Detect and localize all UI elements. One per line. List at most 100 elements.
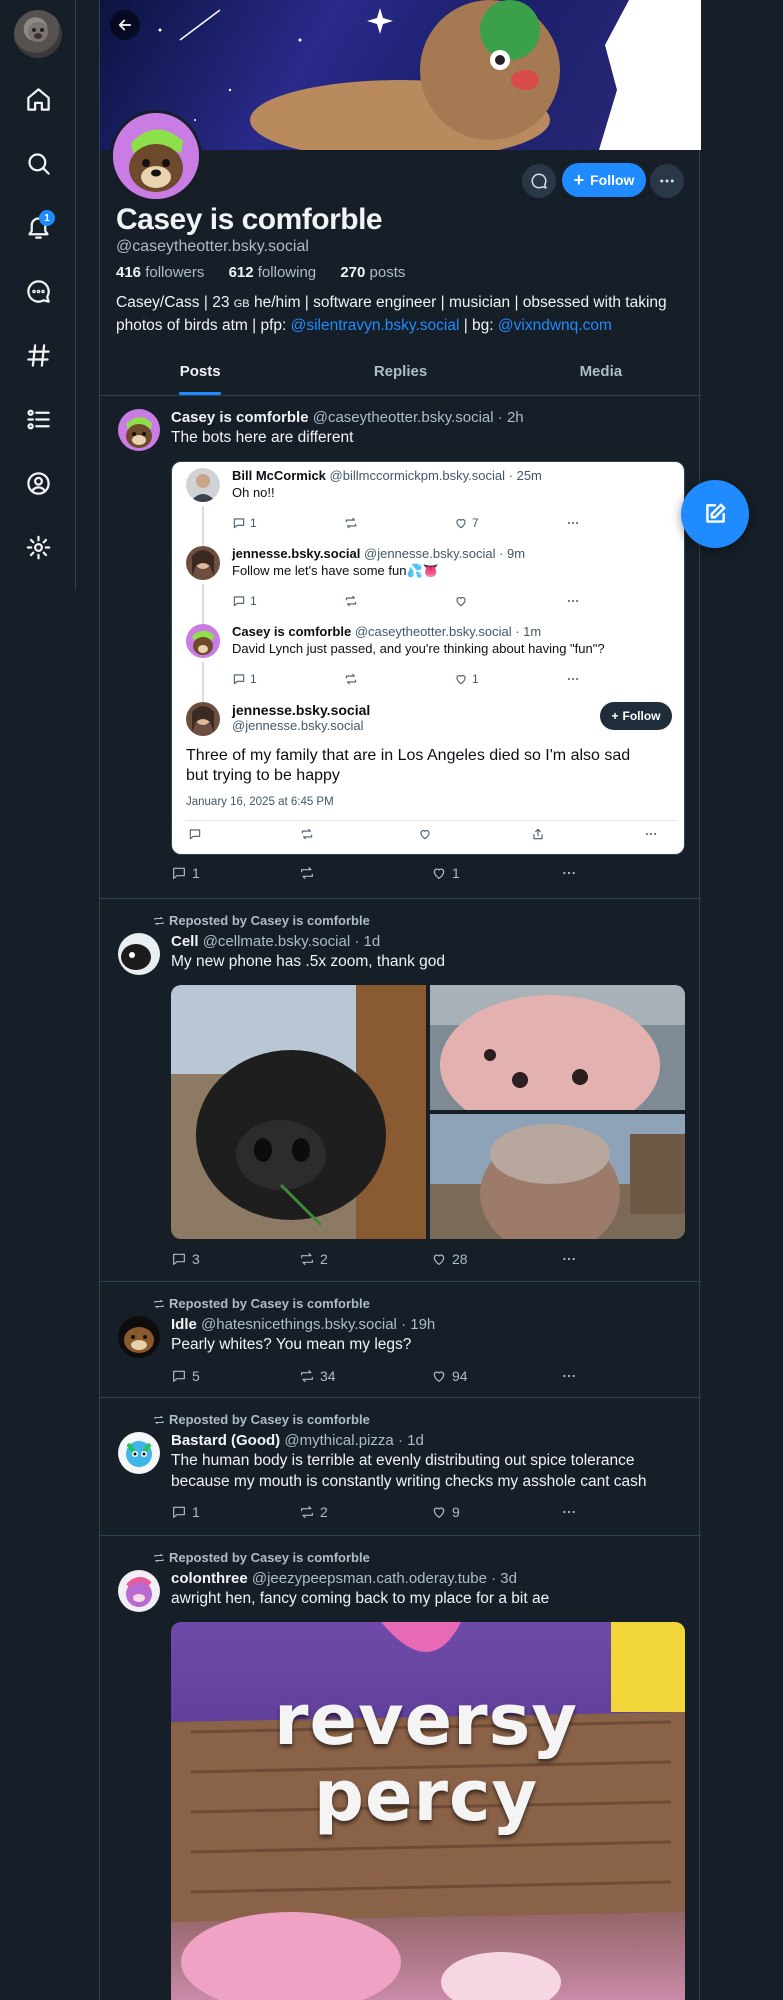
repost-indicator[interactable]: Reposted by Casey is comforble <box>153 1412 370 1427</box>
post-content: Casey is comforble @caseytheotter.bsky.s… <box>171 409 687 448</box>
more-button[interactable] <box>566 516 580 530</box>
nav-lists[interactable] <box>18 399 58 439</box>
following-stat[interactable]: 612 following <box>229 264 327 281</box>
current-user-avatar[interactable] <box>14 10 62 58</box>
post-text: The human body is terrible at evenly dis… <box>171 1452 647 1490</box>
nav-settings[interactable] <box>18 527 58 567</box>
repost-button[interactable]: 34 <box>299 1368 336 1384</box>
like-button[interactable]: 1 <box>431 865 460 881</box>
post-image[interactable]: reversy percy <box>171 1622 685 2000</box>
post-image[interactable] <box>430 985 685 1110</box>
repost-icon <box>345 517 357 529</box>
compose-button[interactable] <box>681 480 749 548</box>
embed-follow-button[interactable]: + Follow <box>600 702 672 730</box>
reply-button[interactable]: 1 <box>232 516 257 530</box>
nav-chat[interactable] <box>18 271 58 311</box>
reply-icon <box>189 829 201 840</box>
embed-item[interactable]: Casey is comforble @caseytheotter.bsky.s… <box>186 624 676 702</box>
bio-link-pfp[interactable]: @silentravyn.bsky.social <box>291 317 460 334</box>
post-author-avatar[interactable] <box>118 409 160 451</box>
left-nav: 1 <box>0 0 76 590</box>
reply-button[interactable]: 1 <box>171 865 200 881</box>
embedded-thread[interactable]: Bill McCormick @billmccormickpm.bsky.soc… <box>171 461 685 855</box>
post-image[interactable] <box>171 985 426 1239</box>
feed-post[interactable]: Reposted by Casey is comforble Idle @hat… <box>100 1282 701 1398</box>
embed-item[interactable]: Bill McCormick @billmccormickpm.bsky.soc… <box>186 468 676 546</box>
nav-search[interactable] <box>18 143 58 183</box>
more-button[interactable] <box>561 865 577 881</box>
post-author-avatar[interactable] <box>118 1570 160 1612</box>
like-button[interactable]: 28 <box>431 1251 468 1267</box>
profile-more-button[interactable] <box>650 164 684 198</box>
profile-avatar[interactable] <box>110 110 202 202</box>
embed-avatar[interactable] <box>186 468 220 502</box>
message-button[interactable] <box>522 164 556 198</box>
ellipsis-icon <box>660 179 674 183</box>
post-author-avatar[interactable] <box>118 1432 160 1474</box>
repost-button[interactable] <box>299 865 320 881</box>
reply-button[interactable] <box>188 827 202 841</box>
post-image[interactable] <box>430 1114 685 1239</box>
like-button[interactable]: 94 <box>431 1368 468 1384</box>
nav-feeds[interactable] <box>18 335 58 375</box>
ellipsis-icon <box>563 1374 575 1378</box>
share-button[interactable] <box>531 827 545 841</box>
nav-home[interactable] <box>18 79 58 119</box>
repost-button[interactable] <box>344 672 362 686</box>
embed-avatar[interactable] <box>186 546 220 580</box>
repost-button[interactable] <box>344 594 362 608</box>
like-button[interactable] <box>454 594 472 608</box>
embed-avatar[interactable] <box>186 702 220 736</box>
followers-stat[interactable]: 416 followers <box>116 264 214 281</box>
reply-button[interactable]: 5 <box>171 1368 200 1384</box>
repost-button[interactable]: 2 <box>299 1504 328 1520</box>
feed-post[interactable]: Reposted by Casey is comforble Bastard (… <box>100 1398 701 1536</box>
feed-post[interactable]: Reposted by Casey is comforble Cell @cel… <box>100 899 701 1282</box>
post-author-avatar[interactable] <box>118 933 160 975</box>
follow-button[interactable]: + Follow <box>562 163 646 197</box>
reply-button[interactable]: 1 <box>232 594 257 608</box>
ellipsis-icon <box>563 1510 575 1514</box>
repost-button[interactable] <box>344 516 362 530</box>
reply-button[interactable]: 3 <box>171 1251 200 1267</box>
back-button[interactable] <box>110 10 140 40</box>
repost-button[interactable] <box>300 827 314 841</box>
more-button[interactable] <box>561 1251 577 1267</box>
repost-indicator[interactable]: Reposted by Casey is comforble <box>153 913 370 928</box>
post-author-avatar[interactable] <box>118 1316 160 1358</box>
embed-actions: 1 1 <box>232 672 592 688</box>
tab-posts[interactable]: Posts <box>100 352 300 395</box>
embed-item[interactable]: jennesse.bsky.social @jennesse.bsky.soci… <box>186 546 676 624</box>
reply-button[interactable]: 1 <box>232 672 257 686</box>
tab-media[interactable]: Media <box>501 352 701 395</box>
image-caption: reversy percy <box>274 1679 578 1837</box>
like-button[interactable] <box>418 827 432 841</box>
post-content: Idle @hatesnicethings.bsky.social · 19h … <box>171 1316 687 1355</box>
tab-replies[interactable]: Replies <box>300 352 500 395</box>
embed-main-post-header: jennesse.bsky.social @jennesse.bsky.soci… <box>186 702 676 742</box>
bio-link-bg[interactable]: @vixndwnq.com <box>498 317 612 334</box>
profile-handle: @caseytheotter.bsky.social <box>116 238 309 255</box>
heart-icon <box>433 1254 445 1265</box>
more-button[interactable] <box>566 594 580 608</box>
more-button[interactable] <box>566 672 580 686</box>
like-button[interactable]: 9 <box>431 1504 460 1520</box>
profile-stats: 416 followers 612 following 270 posts <box>116 264 425 281</box>
feed-post[interactable]: Reposted by Casey is comforble colonthre… <box>100 1536 701 2000</box>
embed-avatar[interactable] <box>186 624 220 658</box>
more-button[interactable] <box>561 1504 577 1520</box>
repost-indicator[interactable]: Reposted by Casey is comforble <box>153 1296 370 1311</box>
reply-button[interactable]: 1 <box>171 1504 200 1520</box>
repost-button[interactable]: 2 <box>299 1251 328 1267</box>
more-button[interactable] <box>561 1368 577 1384</box>
heart-icon <box>433 868 445 879</box>
nav-notifications[interactable]: 1 <box>18 207 58 247</box>
heart-icon <box>456 519 466 529</box>
like-button[interactable]: 1 <box>454 672 479 686</box>
home-icon <box>26 87 50 111</box>
nav-profile[interactable] <box>18 463 58 503</box>
like-button[interactable]: 7 <box>454 516 479 530</box>
more-button[interactable] <box>644 827 658 841</box>
search-icon <box>27 152 50 175</box>
repost-indicator[interactable]: Reposted by Casey is comforble <box>153 1550 370 1565</box>
